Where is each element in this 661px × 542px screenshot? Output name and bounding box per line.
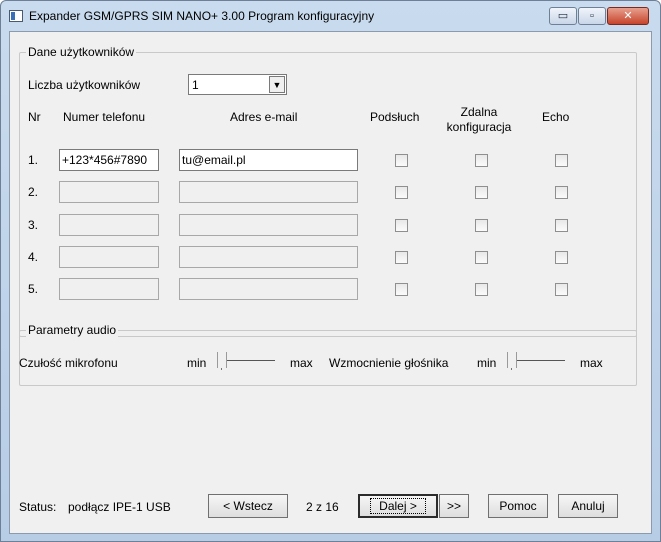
chevron-down-icon[interactable]: ▼ (269, 76, 285, 93)
last-page-button[interactable]: >> (439, 494, 469, 518)
minimize-button[interactable]: ▭ (549, 7, 577, 25)
user-count-label: Liczba użytkowników (28, 78, 141, 92)
window-title: Expander GSM/GPRS SIM NANO+ 3.00 Program… (29, 9, 375, 23)
mic-sensitivity-label: Czułość mikrofonu (19, 356, 118, 370)
listen-checkbox[interactable] (395, 283, 408, 296)
slider-tick (221, 368, 222, 370)
slider-track (219, 360, 275, 361)
column-header-phone: Numer telefonu (63, 110, 146, 124)
back-button[interactable]: < Wstecz (208, 494, 288, 518)
status-label: Status: (19, 500, 57, 514)
email-field[interactable] (179, 214, 358, 236)
listen-checkbox[interactable] (395, 154, 408, 167)
column-header-nr: Nr (28, 110, 41, 124)
echo-checkbox[interactable] (555, 219, 568, 232)
row-number: 5. (28, 282, 39, 296)
email-field[interactable]: tu@email.pl (179, 149, 358, 171)
slider-track (509, 360, 565, 361)
phone-field[interactable] (59, 246, 159, 268)
help-button[interactable]: Pomoc (488, 494, 548, 518)
row-number: 2. (28, 185, 39, 199)
remote-config-checkbox[interactable] (475, 154, 488, 167)
row-number: 3. (28, 218, 39, 232)
email-field[interactable] (179, 246, 358, 268)
slider-tick (511, 368, 512, 370)
page-indicator: 2 z 16 (306, 500, 339, 514)
app-window: Expander GSM/GPRS SIM NANO+ 3.00 Program… (0, 0, 661, 542)
close-button[interactable]: ✕ (607, 7, 649, 25)
cancel-button[interactable]: Anuluj (558, 494, 618, 518)
column-header-listen: Podsłuch (370, 110, 420, 124)
listen-checkbox[interactable] (395, 186, 408, 199)
phone-field[interactable] (59, 278, 159, 300)
slider-thumb[interactable] (507, 352, 517, 368)
phone-field[interactable] (59, 214, 159, 236)
echo-checkbox[interactable] (555, 283, 568, 296)
slider-thumb[interactable] (217, 352, 227, 368)
title-bar[interactable]: Expander GSM/GPRS SIM NANO+ 3.00 Program… (1, 1, 660, 31)
column-header-remote-config: Zdalna konfiguracja (446, 105, 512, 134)
mic-min-label: min (187, 356, 207, 370)
echo-checkbox[interactable] (555, 154, 568, 167)
status-value: podłącz IPE-1 USB (68, 500, 171, 514)
mic-max-label: max (290, 356, 313, 370)
echo-checkbox[interactable] (555, 186, 568, 199)
row-number: 1. (28, 153, 39, 167)
speaker-gain-slider[interactable] (507, 350, 565, 370)
user-count-select[interactable]: 1 ▼ (188, 74, 287, 95)
remote-config-checkbox[interactable] (475, 251, 488, 264)
listen-checkbox[interactable] (395, 251, 408, 264)
next-button[interactable]: Dalej > (358, 494, 438, 518)
speaker-min-label: min (477, 356, 497, 370)
speaker-max-label: max (580, 356, 603, 370)
remote-config-checkbox[interactable] (475, 186, 488, 199)
dialog-client-area: Dane użytkowników Liczba użytkowników 1 … (9, 31, 652, 534)
email-field[interactable] (179, 181, 358, 203)
phone-field[interactable] (59, 181, 159, 203)
remote-config-checkbox[interactable] (475, 219, 488, 232)
app-icon (9, 10, 23, 22)
remote-config-checkbox[interactable] (475, 283, 488, 296)
next-button-label: Dalej > (370, 498, 426, 514)
user-count-value: 1 (192, 78, 199, 92)
column-header-echo: Echo (542, 110, 570, 124)
users-group-title: Dane użytkowników (26, 45, 137, 59)
listen-checkbox[interactable] (395, 219, 408, 232)
email-field[interactable] (179, 278, 358, 300)
phone-field[interactable]: +123*456#7890 (59, 149, 159, 171)
echo-checkbox[interactable] (555, 251, 568, 264)
maximize-button[interactable]: ▫ (578, 7, 606, 25)
mic-sensitivity-slider[interactable] (217, 350, 275, 370)
audio-group-title: Parametry audio (26, 323, 119, 337)
speaker-gain-label: Wzmocnienie głośnika (329, 356, 449, 370)
column-header-email: Adres e-mail (230, 110, 298, 124)
row-number: 4. (28, 250, 39, 264)
